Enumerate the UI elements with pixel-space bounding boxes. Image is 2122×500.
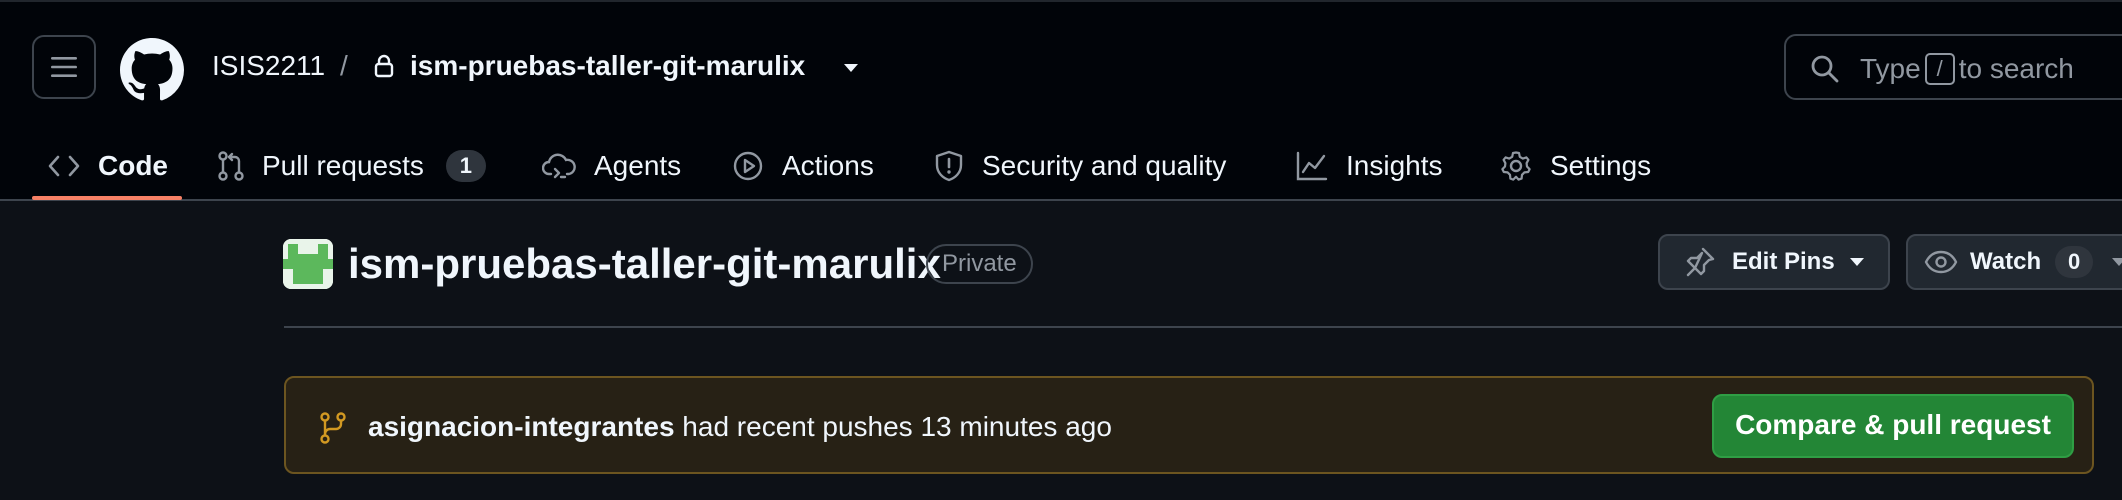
chevron-down-icon (2112, 258, 2122, 266)
watch-counter: 0 (2055, 246, 2094, 278)
breadcrumb-separator: / (340, 50, 348, 81)
pin-icon (1686, 247, 1715, 277)
watch-label: Watch (1970, 248, 2042, 275)
push-time-text: had recent pushes 13 minutes ago (682, 411, 1112, 442)
git-pull-request-icon (218, 151, 244, 181)
lock-icon (374, 54, 394, 78)
github-logo-icon[interactable] (120, 38, 184, 102)
search-icon (1811, 55, 1839, 83)
app-header: ISIS2211 / ism-pruebas-taller-git-maruli… (0, 0, 2122, 201)
edit-pins-button[interactable]: Edit Pins (1658, 234, 1890, 290)
tab-actions[interactable]: Actions (732, 130, 874, 202)
git-branch-icon (320, 412, 346, 444)
tab-agents[interactable]: Agents (542, 130, 681, 202)
watch-button[interactable]: Watch 0 (1906, 234, 2122, 290)
compare-pull-request-button[interactable]: Compare & pull request (1712, 394, 2074, 458)
tab-actions-label: Actions (782, 150, 874, 181)
edit-pins-label: Edit Pins (1732, 248, 1835, 275)
tab-settings[interactable]: Settings (1500, 130, 1651, 202)
chevron-down-icon[interactable] (842, 62, 860, 74)
tab-security-label: Security and quality (982, 150, 1227, 181)
tab-agents-label: Agents (594, 150, 682, 181)
pull-requests-counter: 1 (445, 150, 486, 182)
tab-pull-requests-label: Pull requests (262, 150, 424, 181)
search-shortcut-key: / (1924, 52, 1955, 85)
code-icon (48, 155, 80, 177)
chevron-down-icon (1849, 258, 1864, 266)
gear-icon (1501, 151, 1531, 181)
repo-title[interactable]: ism-pruebas-taller-git-marulix (348, 240, 941, 288)
tab-insights-label: Insights (1346, 150, 1443, 181)
search-input[interactable]: Type / to search (1784, 34, 2122, 100)
tab-insights[interactable]: Insights (1296, 130, 1443, 202)
identicon-icon (283, 239, 333, 289)
menu-button[interactable] (32, 35, 96, 99)
play-icon (733, 151, 763, 181)
repo-owner-avatar (283, 239, 333, 289)
branch-name-link[interactable]: asignacion-integrantes (368, 411, 675, 442)
tab-security-and-quality[interactable]: Security and quality (934, 130, 1226, 202)
tab-code[interactable]: Code (32, 130, 182, 202)
hamburger-icon (51, 57, 77, 77)
tab-pull-requests[interactable]: Pull requests 1 (218, 130, 486, 202)
tab-settings-label: Settings (1550, 150, 1652, 181)
eye-icon (1924, 250, 1958, 274)
recent-push-banner: asignacion-integrantes had recent pushes… (284, 376, 2094, 474)
search-placeholder: Type / to search (1860, 52, 2074, 85)
active-tab-underline (32, 196, 182, 200)
tab-code-label: Code (98, 150, 168, 181)
breadcrumb-owner-link[interactable]: ISIS2211 (212, 50, 325, 82)
agent-cloud-icon (542, 153, 576, 179)
breadcrumb-repo-link[interactable]: ism-pruebas-taller-git-marulix (410, 50, 805, 82)
recent-push-message: asignacion-integrantes had recent pushes… (368, 411, 1112, 443)
header-divider (284, 326, 2122, 328)
shield-icon (935, 150, 963, 182)
visibility-badge: Private (926, 244, 1033, 284)
graph-icon (1296, 151, 1328, 181)
